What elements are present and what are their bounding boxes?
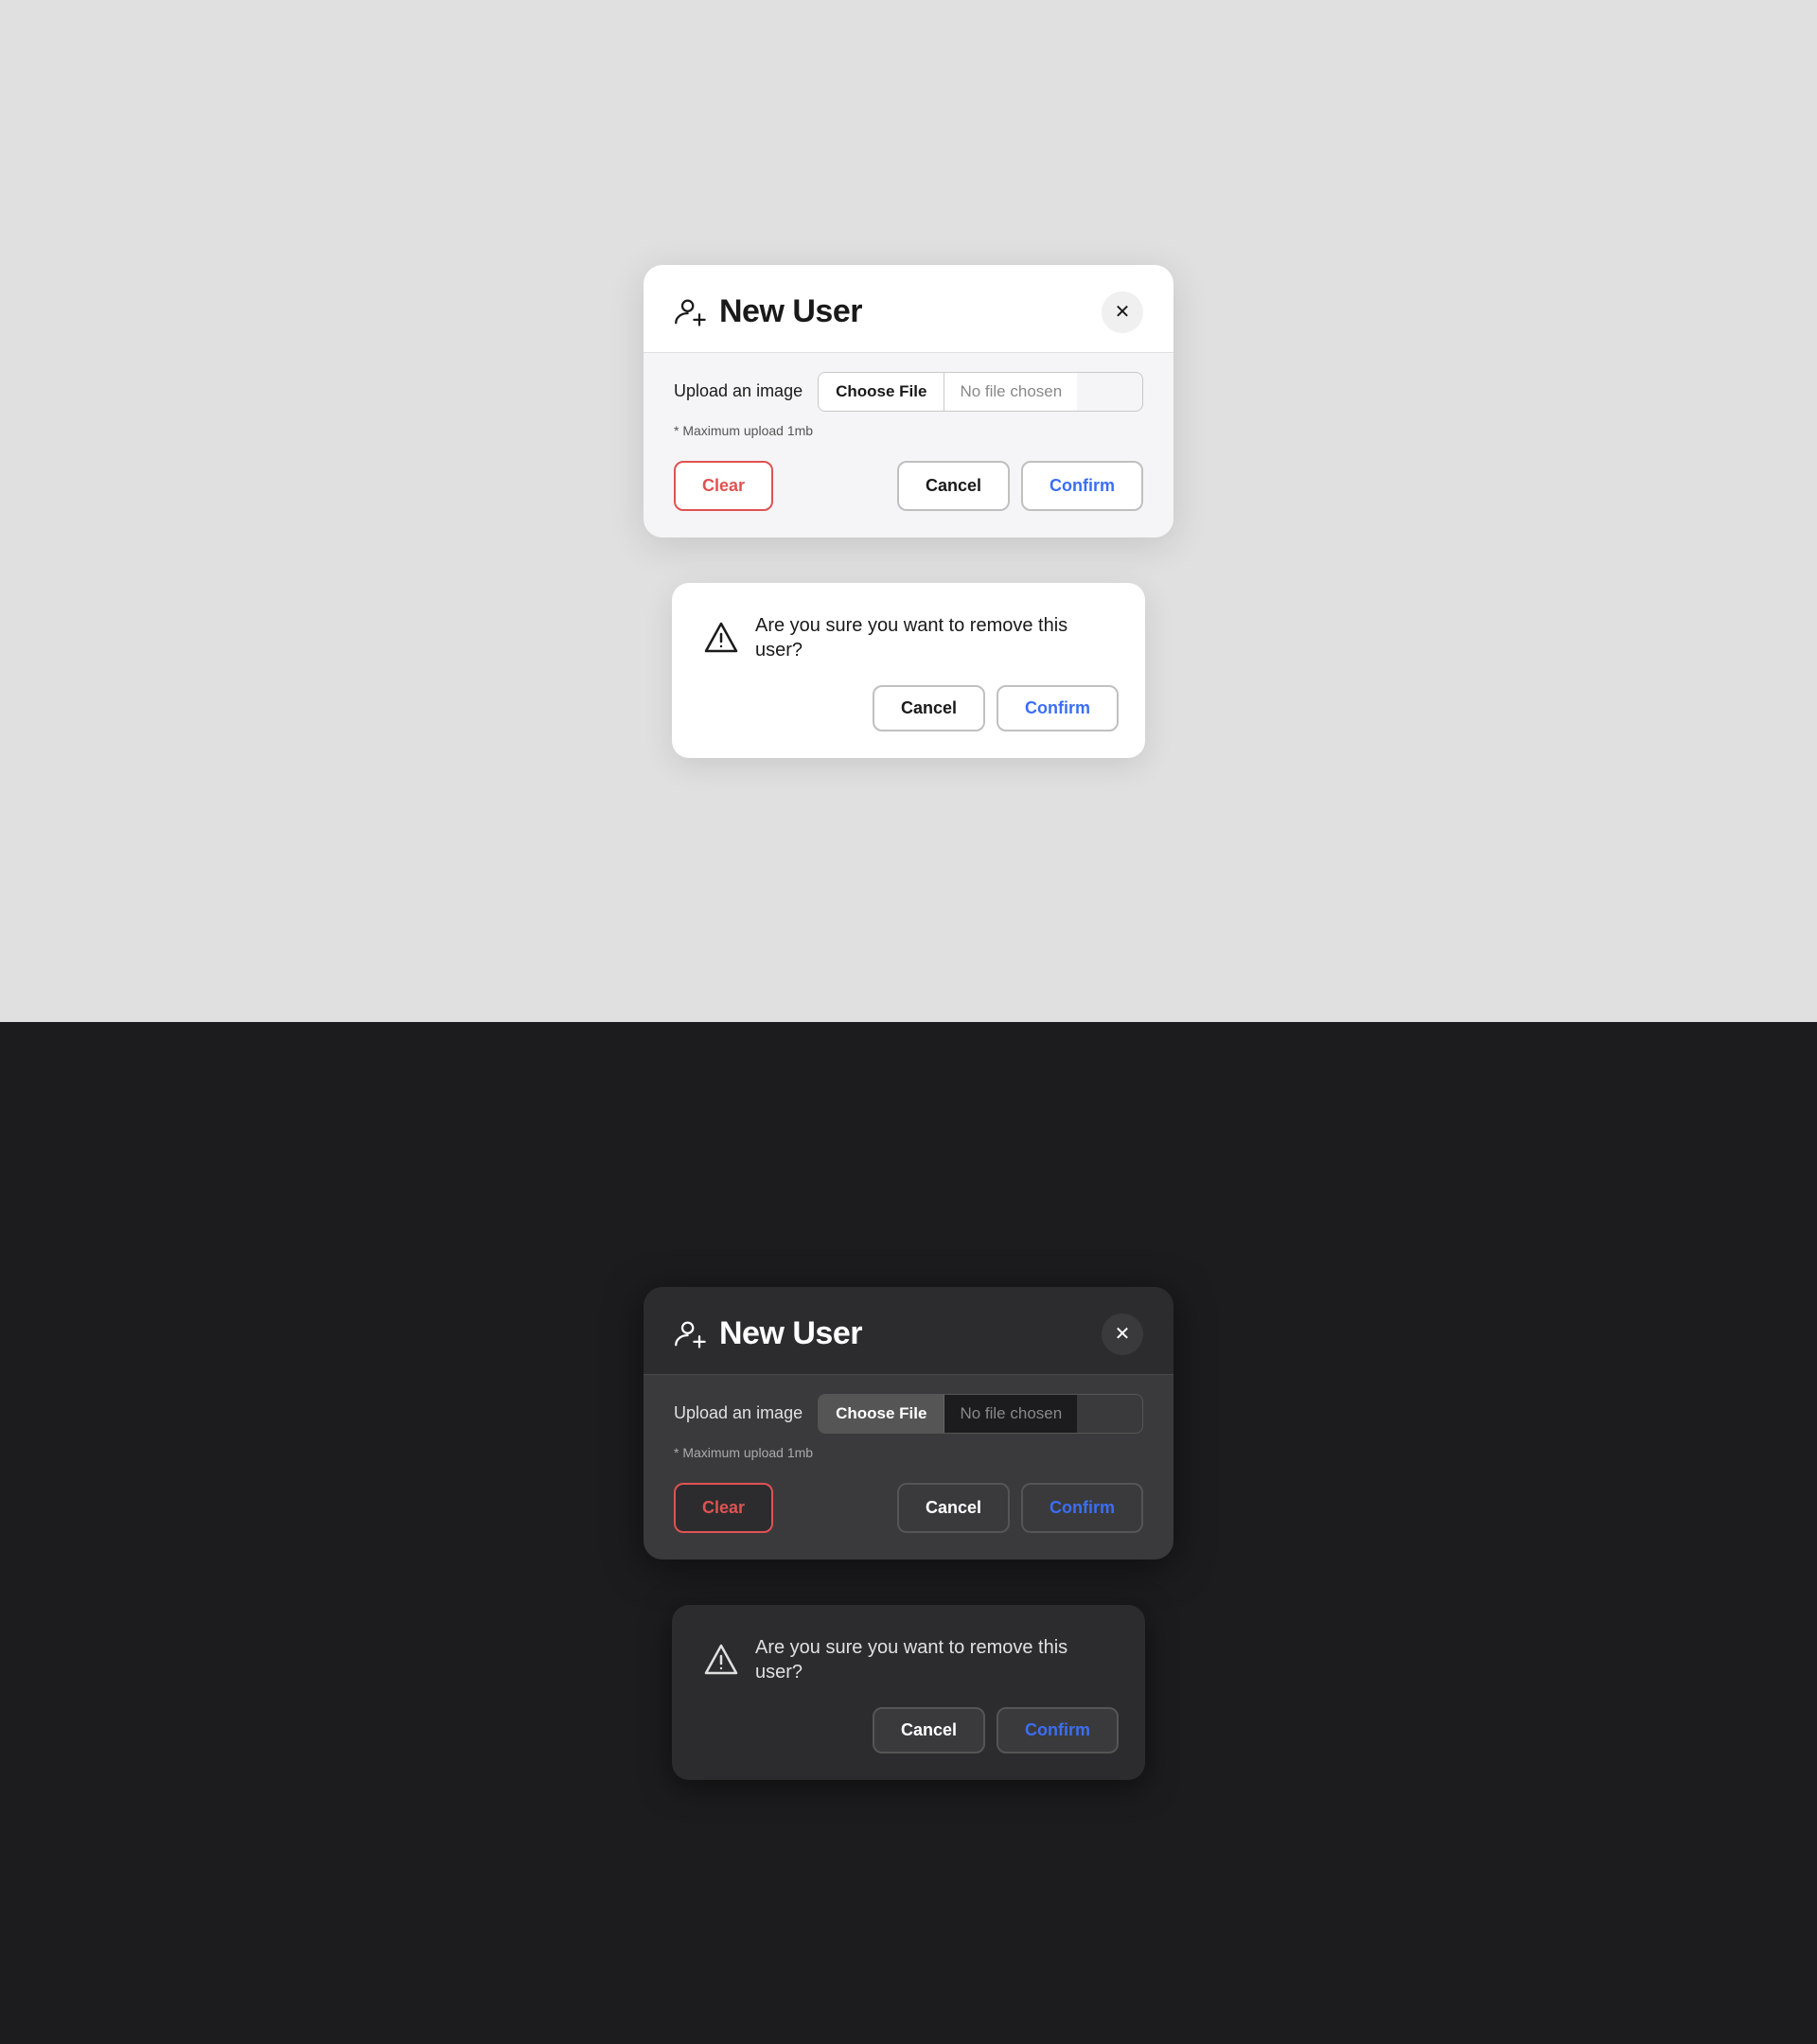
choose-file-button-dark[interactable]: Choose File [819,1395,944,1433]
cancel-button-dark[interactable]: Cancel [897,1483,1010,1533]
dark-theme-section: New User ✕ Upload an image Choose File N… [0,1022,1817,2044]
modal-actions-right-dark: Cancel Confirm [897,1483,1143,1533]
confirm-message-dark: Are you sure you want to remove this use… [755,1635,1115,1684]
upload-label-dark: Upload an image [674,1403,803,1423]
warning-icon-dark [702,1641,740,1679]
confirm-dialog-light: Are you sure you want to remove this use… [672,583,1145,758]
no-file-label-dark: No file chosen [944,1395,1077,1433]
close-button-dark[interactable]: ✕ [1102,1313,1143,1355]
new-user-modal-light: New User ✕ Upload an image Choose File N… [644,265,1173,537]
modal-title-group-dark: New User [674,1315,862,1352]
clear-button-light[interactable]: Clear [674,461,773,511]
upload-row-dark: Upload an image Choose File No file chos… [674,1394,1143,1434]
user-add-icon-dark [674,1317,708,1351]
modal-header-light: New User ✕ [644,265,1173,352]
clear-button-dark[interactable]: Clear [674,1483,773,1533]
new-user-modal-dark: New User ✕ Upload an image Choose File N… [644,1287,1173,1559]
confirm-footer-light: Cancel Confirm [672,685,1145,758]
modal-header-dark: New User ✕ [644,1287,1173,1374]
confirm-dialog-dark: Are you sure you want to remove this use… [672,1605,1145,1780]
max-upload-note-dark: * Maximum upload 1mb [674,1445,1143,1460]
dialog-cancel-button-light[interactable]: Cancel [873,685,985,731]
file-input-group: Choose File No file chosen [818,372,1143,412]
no-file-label-light: No file chosen [944,373,1077,411]
modal-actions-light: Clear Cancel Confirm [674,461,1143,511]
file-input-group-dark: Choose File No file chosen [818,1394,1143,1434]
close-button-light[interactable]: ✕ [1102,291,1143,333]
confirm-body-dark: Are you sure you want to remove this use… [672,1605,1145,1707]
confirm-footer-dark: Cancel Confirm [672,1707,1145,1780]
light-theme-section: New User ✕ Upload an image Choose File N… [0,0,1817,1022]
modal-title-dark: New User [719,1315,862,1352]
warning-icon-light [702,619,740,657]
confirm-body-light: Are you sure you want to remove this use… [672,583,1145,685]
cancel-button-light[interactable]: Cancel [897,461,1010,511]
dialog-cancel-button-dark[interactable]: Cancel [873,1707,985,1753]
modal-body-dark: Upload an image Choose File No file chos… [644,1374,1173,1559]
choose-file-button-light[interactable]: Choose File [819,373,944,411]
dialog-confirm-button-dark[interactable]: Confirm [997,1707,1119,1753]
dialog-confirm-button-light[interactable]: Confirm [997,685,1119,731]
user-add-icon [674,295,708,329]
modal-actions-right-light: Cancel Confirm [897,461,1143,511]
upload-row: Upload an image Choose File No file chos… [674,372,1143,412]
upload-label: Upload an image [674,381,803,401]
modal-body-light: Upload an image Choose File No file chos… [644,352,1173,537]
max-upload-note-light: * Maximum upload 1mb [674,423,1143,438]
modal-actions-dark: Clear Cancel Confirm [674,1483,1143,1533]
modal-title-group: New User [674,293,862,330]
confirm-message-light: Are you sure you want to remove this use… [755,613,1115,662]
confirm-button-light[interactable]: Confirm [1021,461,1143,511]
confirm-button-dark[interactable]: Confirm [1021,1483,1143,1533]
modal-title: New User [719,293,862,330]
